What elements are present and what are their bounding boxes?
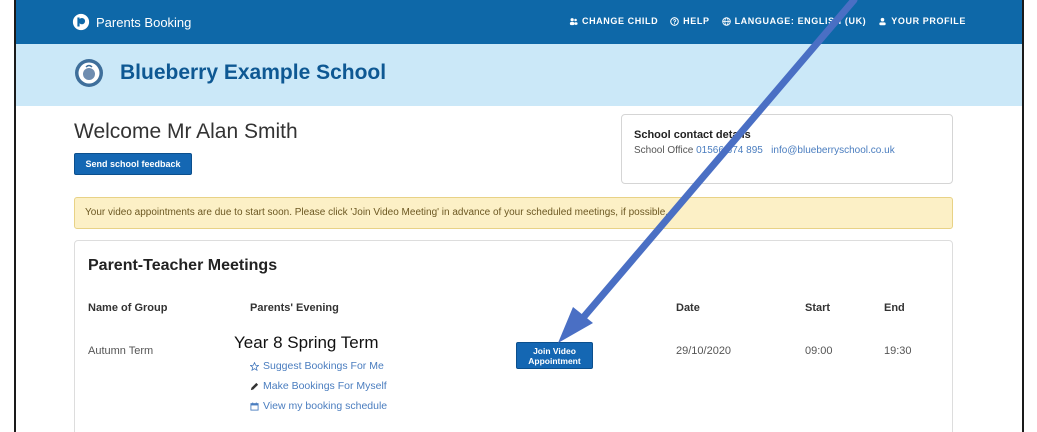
join-video-appointment-button[interactable]: Join Video Appointment	[516, 342, 593, 369]
star-icon	[250, 361, 259, 371]
suggest-bookings-link[interactable]: Suggest Bookings For Me	[250, 360, 384, 372]
join-label-line-1: Join Video	[533, 346, 576, 356]
column-header-date: Date	[676, 302, 700, 314]
start-cell: 09:00	[805, 345, 833, 357]
end-cell: 19:30	[884, 345, 912, 357]
school-header-band: Blueberry Example School	[16, 44, 1022, 106]
change-child-label: CHANGE CHILD	[581, 16, 659, 26]
contact-line: School Office 01566 674 895 info@blueber…	[634, 145, 895, 156]
parents-booking-logo-icon	[72, 13, 90, 31]
language-label: LANGUAGE: ENGLISH (UK)	[734, 16, 867, 26]
school-crest-icon	[75, 59, 103, 87]
contact-label: School Office	[634, 145, 694, 156]
your-profile-link[interactable]: YOUR PROFILE	[878, 16, 966, 26]
help-label: HELP	[683, 16, 710, 26]
meetings-panel: Parent-Teacher Meetings Name of Group Pa…	[74, 240, 953, 432]
top-nav-links: CHANGE CHILD HELP LANGUAGE: ENGLISH (UK)…	[569, 16, 966, 26]
date-cell: 29/10/2020	[676, 345, 732, 357]
school-contact-card: School contact details School Office 015…	[621, 114, 953, 184]
column-header-evening: Parents' Evening	[250, 302, 339, 314]
join-label-line-2: Appointment	[528, 356, 581, 366]
column-header-end: End	[884, 302, 905, 314]
suggest-bookings-label: Suggest Bookings For Me	[263, 360, 384, 372]
parents-evening-name: Year 8 Spring Term	[234, 333, 379, 352]
pencil-icon	[250, 382, 259, 390]
brand[interactable]: Parents Booking	[72, 13, 191, 31]
meetings-title: Parent-Teacher Meetings	[88, 257, 278, 274]
contact-email-link[interactable]: info@blueberryschool.co.uk	[771, 145, 895, 156]
welcome-heading: Welcome Mr Alan Smith	[74, 120, 298, 143]
school-name: Blueberry Example School	[120, 61, 387, 84]
contact-title: School contact details	[634, 129, 751, 141]
help-link[interactable]: HELP	[670, 16, 709, 26]
help-icon	[670, 16, 679, 26]
column-header-group: Name of Group	[88, 302, 168, 314]
send-feedback-button[interactable]: Send school feedback	[74, 153, 192, 175]
language-selector[interactable]: LANGUAGE: ENGLISH (UK)	[721, 16, 867, 26]
brand-name: Parents Booking	[96, 14, 192, 30]
your-profile-label: YOUR PROFILE	[891, 16, 966, 26]
make-bookings-link[interactable]: Make Bookings For Myself	[250, 380, 387, 392]
user-icon	[879, 17, 886, 25]
video-appointment-notice: Your video appointments are due to start…	[74, 197, 953, 229]
change-child-link[interactable]: CHANGE CHILD	[569, 16, 658, 26]
globe-icon	[721, 16, 731, 26]
browser-frame: Parents Booking CHANGE CHILD HELP LANGUA…	[14, 0, 1024, 432]
calendar-icon	[250, 402, 259, 411]
view-schedule-link[interactable]: View my booking schedule	[250, 400, 387, 412]
users-icon	[569, 17, 578, 25]
column-header-start: Start	[805, 302, 831, 314]
contact-phone-link[interactable]: 01566 674 895	[696, 145, 763, 156]
make-bookings-label: Make Bookings For Myself	[263, 380, 387, 392]
view-schedule-label: View my booking schedule	[263, 400, 388, 412]
top-navigation-bar: Parents Booking CHANGE CHILD HELP LANGUA…	[16, 0, 1022, 44]
group-cell: Autumn Term	[88, 345, 154, 357]
